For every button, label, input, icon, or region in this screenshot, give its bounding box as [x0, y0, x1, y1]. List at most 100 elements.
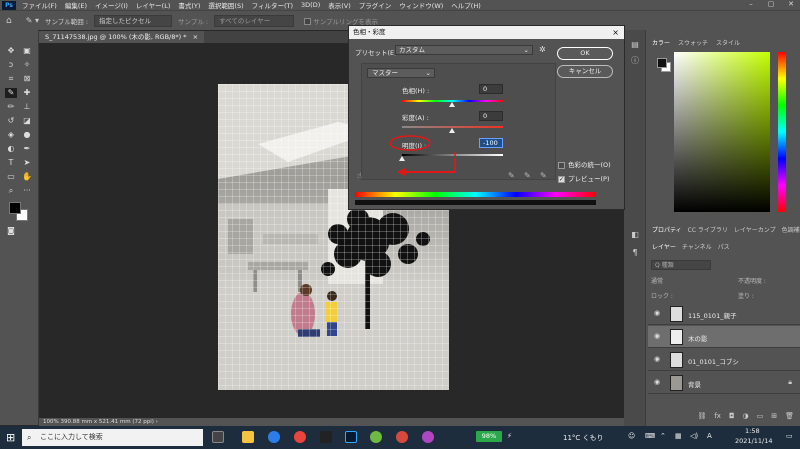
magic-wand-icon[interactable]: ✧: [21, 60, 33, 70]
tab-layers[interactable]: レイヤー: [652, 242, 676, 252]
zoom-tool-icon[interactable]: ⌕: [5, 186, 17, 196]
minimize-icon[interactable]: –: [742, 0, 760, 10]
clock-date[interactable]: 2021/11/14: [735, 437, 772, 445]
app-icon[interactable]: [370, 431, 382, 443]
colorize-option[interactable]: 色彩の統一(O): [558, 159, 611, 169]
blend-mode-select[interactable]: 通常: [651, 276, 663, 285]
preview-option[interactable]: ✓ プレビュー(P): [558, 173, 610, 183]
edge-browser-icon[interactable]: [268, 431, 280, 443]
chrome-browser-icon[interactable]: [294, 431, 306, 443]
new-layer-icon[interactable]: ⊞: [771, 412, 777, 424]
home-icon[interactable]: ⌂: [6, 16, 12, 26]
close-window-icon[interactable]: ✕: [782, 0, 800, 10]
history-brush-icon[interactable]: ↺: [5, 116, 17, 126]
menu-help[interactable]: ヘルプ(H): [447, 0, 484, 10]
artboard-tool-icon[interactable]: ▣: [21, 46, 33, 56]
eyedropper-plus-icon[interactable]: ✎: [524, 171, 531, 180]
tab-cc-libraries[interactable]: CC ライブラリ: [688, 225, 728, 235]
chrome-profile-icon[interactable]: [396, 431, 408, 443]
close-tab-icon[interactable]: ×: [193, 33, 198, 41]
color-picker-field[interactable]: [674, 52, 770, 212]
hand-adjust-icon[interactable]: ☝: [357, 171, 362, 180]
stamp-tool-icon[interactable]: ⊥: [21, 102, 33, 112]
adjustment-layer-icon[interactable]: ◑: [743, 412, 749, 424]
ok-button[interactable]: OK: [557, 47, 613, 60]
epic-games-icon[interactable]: [320, 431, 332, 443]
gear-icon[interactable]: ✲: [539, 45, 546, 54]
fx-icon[interactable]: fx: [714, 412, 721, 424]
menu-filter[interactable]: フィルター(T): [248, 0, 297, 10]
brush-tool-icon[interactable]: ✏: [5, 102, 17, 112]
chevron-up-icon[interactable]: ⌃: [660, 432, 666, 440]
sample-range-select[interactable]: 指定したピクセル: [94, 14, 173, 27]
adjustments-panel-icon[interactable]: ◧: [629, 230, 641, 240]
layer-row[interactable]: ◉ 背景 🔒︎: [648, 372, 800, 394]
channel-select[interactable]: マスター ⌄: [367, 68, 435, 78]
people-icon[interactable]: ☺: [628, 432, 635, 440]
menu-file[interactable]: ファイル(F): [18, 0, 61, 10]
tab-color[interactable]: カラー: [652, 38, 670, 48]
task-view-icon[interactable]: [212, 431, 224, 443]
new-group-icon[interactable]: ▭: [757, 412, 764, 424]
pen-tool-icon[interactable]: ✒: [21, 144, 33, 154]
lightness-slider-thumb[interactable]: [399, 156, 405, 161]
tab-paths[interactable]: パス: [718, 242, 730, 252]
menu-edit[interactable]: 編集(E): [61, 0, 91, 10]
taskbar-search-input[interactable]: ⌕ ここに入力して検索: [22, 429, 203, 446]
menu-view[interactable]: 表示(V): [324, 0, 355, 10]
tab-swatches[interactable]: スウォッチ: [678, 38, 708, 48]
healing-brush-icon[interactable]: ✚: [21, 88, 33, 98]
menu-layer[interactable]: レイヤー(L): [132, 0, 175, 10]
visibility-eye-icon[interactable]: ◉: [654, 309, 660, 317]
ime-indicator[interactable]: A: [707, 432, 712, 440]
history-panel-icon[interactable]: ▤: [629, 40, 641, 50]
preset-select[interactable]: カスタム ⌄: [395, 45, 533, 55]
eyedropper-minus-icon[interactable]: ✎: [540, 171, 547, 180]
eyedropper-icon[interactable]: ✎: [508, 171, 515, 180]
preview-checkbox[interactable]: ✓: [558, 175, 565, 183]
windows-start-icon[interactable]: ⊞: [6, 431, 15, 444]
add-mask-icon[interactable]: ◘: [729, 412, 735, 424]
move-tool-icon[interactable]: ✥: [5, 46, 17, 56]
menu-plugins[interactable]: プラグイン: [355, 0, 396, 10]
paragraph-panel-icon[interactable]: ¶: [629, 248, 641, 258]
layer-row-selected[interactable]: ◉ 木の影: [648, 326, 800, 348]
layer-row[interactable]: ◉ 115_0101_親子: [648, 303, 800, 325]
hue-slider[interactable]: [778, 52, 786, 212]
eyedropper-icon[interactable]: ✎: [5, 88, 17, 98]
tab-adjustments[interactable]: 色調補正: [782, 225, 800, 235]
menu-3d[interactable]: 3D(D): [297, 1, 324, 9]
frame-tool-icon[interactable]: ⊠: [21, 74, 33, 84]
lightness-input[interactable]: -100: [479, 138, 503, 148]
sampling-ring-checkbox[interactable]: [304, 18, 312, 25]
lasso-tool-icon[interactable]: ↄ: [5, 60, 17, 70]
app-icon-2[interactable]: [422, 431, 434, 443]
menu-window[interactable]: ウィンドウ(W): [395, 0, 447, 10]
foreground-color-swatch[interactable]: [9, 202, 21, 214]
visibility-eye-icon[interactable]: ◉: [654, 378, 660, 386]
dodge-tool-icon[interactable]: ◐: [5, 144, 17, 154]
tab-channels[interactable]: チャンネル: [682, 242, 712, 252]
hand-tool-icon[interactable]: ✋: [21, 172, 33, 182]
maximize-icon[interactable]: ▢: [762, 0, 780, 10]
visibility-eye-icon[interactable]: ◉: [654, 332, 660, 340]
notifications-icon[interactable]: ▭: [786, 432, 793, 440]
layer-row[interactable]: ◉ 01_0101_コブシ: [648, 349, 800, 371]
weather-text[interactable]: 11°C くもり: [563, 433, 604, 443]
clock-time[interactable]: 1:58: [745, 427, 760, 435]
photoshop-taskbar-icon[interactable]: [345, 431, 357, 443]
visibility-eye-icon[interactable]: ◉: [654, 355, 660, 363]
colorize-checkbox[interactable]: [558, 161, 565, 169]
eraser-tool-icon[interactable]: ◪: [21, 116, 33, 126]
lightness-track[interactable]: [402, 154, 503, 156]
layer-search-input[interactable]: Q 種類: [651, 260, 711, 270]
menu-select[interactable]: 選択範囲(S): [204, 0, 247, 10]
cancel-button[interactable]: キャンセル: [557, 65, 613, 78]
type-tool-icon[interactable]: T: [5, 158, 17, 168]
tab-layer-comps[interactable]: レイヤーカンプ: [734, 225, 776, 235]
more-tools-icon[interactable]: ···: [21, 186, 33, 196]
tab-styles[interactable]: スタイル: [716, 38, 740, 48]
menu-type[interactable]: 書式(Y): [174, 0, 204, 10]
bucket-tool-icon[interactable]: ◈: [5, 130, 17, 140]
rectangle-tool-icon[interactable]: ▭: [5, 172, 17, 182]
